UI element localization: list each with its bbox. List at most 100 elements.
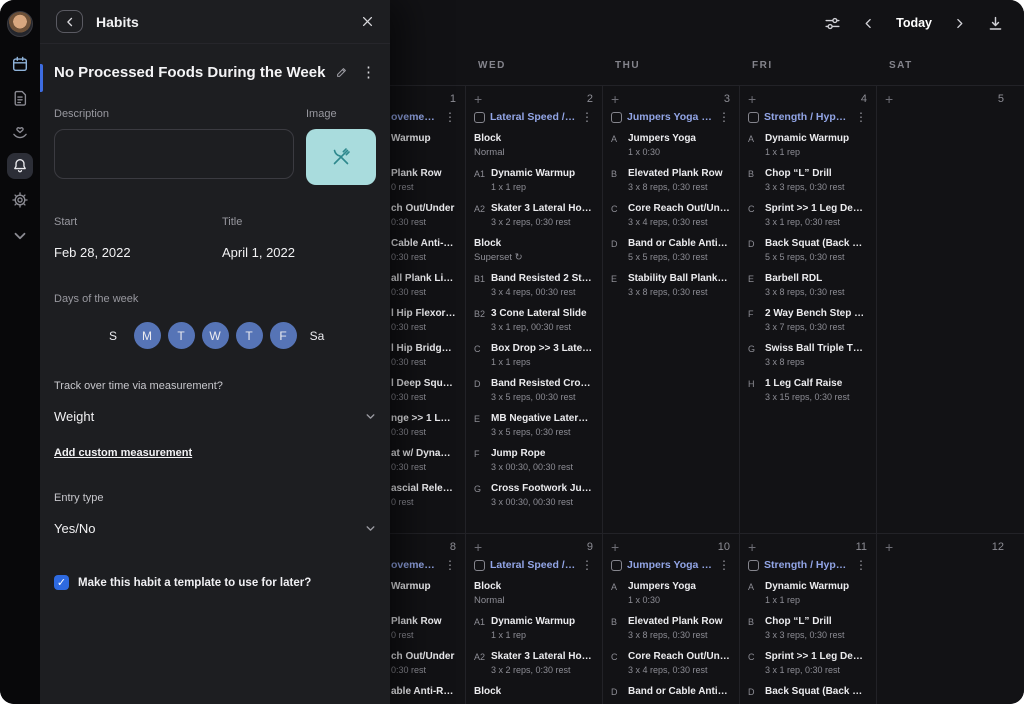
exercise-row[interactable]: nge >> 1 Leg St...0:30 rest [391, 413, 456, 448]
exercise-row[interactable]: l Hip Bridge w/ ...0:30 rest [391, 343, 456, 378]
workout-menu-icon[interactable]: ⋮ [581, 111, 593, 123]
workout-card[interactable]: Lateral Speed / Plyo⋮BlockNormalA1Dynami… [474, 559, 593, 704]
workout-menu-icon[interactable]: ⋮ [855, 559, 867, 571]
add-event-icon[interactable]: + [748, 93, 756, 105]
exercise-row[interactable]: EBarbell RDL3 x 8 reps, 0:30 rest [748, 273, 867, 308]
exercise-row[interactable]: CSprint >> 1 Leg Declarations3 x 1 rep, … [748, 203, 867, 238]
exercise-row[interactable]: BChop “L” Drill3 x 3 reps, 0:30 rest [748, 168, 867, 203]
gear-icon[interactable] [7, 187, 33, 213]
exercise-row[interactable]: ch Out/Under0:30 rest [391, 203, 456, 238]
exercise-row[interactable]: ascial Release C...0 rest [391, 483, 456, 518]
add-event-icon[interactable]: + [611, 541, 619, 553]
exercise-row[interactable]: ch Out/Under0:30 rest [391, 651, 456, 686]
exercise-row[interactable]: A1Dynamic Warmup1 x 1 rep [474, 168, 593, 203]
add-event-icon[interactable]: + [885, 541, 893, 553]
habit-menu-icon[interactable]: ⋮ [361, 65, 376, 80]
day-wednesday[interactable]: W [202, 322, 229, 349]
add-event-icon[interactable]: + [748, 541, 756, 553]
exercise-row[interactable]: CSprint >> 1 Leg Declarations3 x 1 rep, … [748, 651, 867, 686]
workout-menu-icon[interactable]: ⋮ [718, 559, 730, 571]
exercise-row[interactable]: ADynamic Warmup1 x 1 rep [748, 581, 867, 616]
exercise-row[interactable]: A1Dynamic Warmup1 x 1 rep [474, 616, 593, 651]
exercise-row[interactable]: Plank Row0 rest [391, 616, 456, 651]
exercise-row[interactable]: A2Skater 3 Lateral Hops >> ...3 x 2 reps… [474, 203, 593, 238]
day-tuesday[interactable]: T [168, 322, 195, 349]
exercise-row[interactable]: able Anti-Rotati... [391, 686, 456, 704]
title-date-value[interactable]: April 1, 2022 [222, 245, 295, 260]
add-event-icon[interactable]: + [885, 93, 893, 105]
heart-hands-icon[interactable] [7, 119, 33, 145]
workout-checkbox[interactable] [748, 112, 759, 123]
exercise-row[interactable]: Plank Row0 rest [391, 168, 456, 203]
day-friday[interactable]: F [270, 322, 297, 349]
prev-week-button[interactable] [862, 17, 875, 30]
exercise-row[interactable]: B1Band Resisted 2 Step Late...3 x 4 reps… [474, 273, 593, 308]
document-icon[interactable] [7, 85, 33, 111]
exercise-row[interactable]: Warmup [391, 133, 456, 168]
exercise-row[interactable]: BElevated Plank Row3 x 8 reps, 0:30 rest [611, 616, 730, 651]
day-sunday[interactable]: S [100, 322, 127, 349]
day-saturday[interactable]: Sa [304, 322, 331, 349]
exercise-row[interactable]: H1 Leg Calf Raise3 x 15 reps, 0:30 rest [748, 378, 867, 413]
exercise-row[interactable]: FJump Rope3 x 00:30, 00:30 rest [474, 448, 593, 483]
exercise-row[interactable]: GSwiss Ball Triple Threat3 x 8 reps [748, 343, 867, 378]
exercise-row[interactable]: EMB Negative Lateral Hop...3 x 5 reps, 0… [474, 413, 593, 448]
exercise-row[interactable]: B23 Cone Lateral Slide3 x 1 rep, 00:30 r… [474, 308, 593, 343]
exercise-row[interactable]: BElevated Plank Row3 x 8 reps, 0:30 rest [611, 168, 730, 203]
exercise-row[interactable]: CCore Reach Out/Under3 x 4 reps, 0:30 re… [611, 651, 730, 686]
back-button[interactable] [56, 10, 83, 33]
exercise-row[interactable]: AJumpers Yoga1 x 0:30 [611, 133, 730, 168]
workout-menu-icon[interactable]: ⋮ [581, 559, 593, 571]
today-button[interactable]: Today [896, 16, 932, 30]
workout-card[interactable]: Jumpers Yoga / Core⋮AJumpers Yoga1 x 0:3… [611, 559, 730, 704]
exercise-row[interactable]: GCross Footwork Jump Rope3 x 00:30, 00:3… [474, 483, 593, 518]
workout-menu-icon[interactable]: ⋮ [444, 559, 456, 571]
next-week-button[interactable] [953, 17, 966, 30]
exercise-row[interactable]: CBox Drop >> 3 Lateral H...1 x 1 reps [474, 343, 593, 378]
exercise-row[interactable]: BChop “L” Drill3 x 3 reps, 0:30 rest [748, 616, 867, 651]
workout-menu-icon[interactable]: ⋮ [718, 111, 730, 123]
workout-checkbox[interactable] [748, 560, 759, 571]
exercise-row[interactable]: A2Skater 3 Lateral Hops >> ...3 x 2 reps… [474, 651, 593, 686]
exercise-row[interactable]: AJumpers Yoga1 x 0:30 [611, 581, 730, 616]
add-event-icon[interactable]: + [474, 93, 482, 105]
workout-card[interactable]: Strength / Hypertro...⋮ADynamic Warmup1 … [748, 111, 867, 413]
exercise-row[interactable]: DBack Squat (Back Off Set)5 x 5 reps, 0:… [748, 238, 867, 273]
exercise-row[interactable]: DBack Squat (Back Off Set) [748, 686, 867, 704]
day-thursday[interactable]: T [236, 322, 263, 349]
exercise-row[interactable]: Warmup [391, 581, 456, 616]
download-icon[interactable] [987, 15, 1004, 32]
exercise-row[interactable]: CCore Reach Out/Under3 x 4 reps, 0:30 re… [611, 203, 730, 238]
measurement-select[interactable]: Weight [54, 409, 376, 424]
exercise-row[interactable]: ADynamic Warmup1 x 1 rep [748, 133, 867, 168]
exercise-row[interactable]: Cable Anti-Rotati...0:30 rest [391, 238, 456, 273]
exercise-row[interactable]: l Deep Squat Mo...0:30 rest [391, 378, 456, 413]
start-date-value[interactable]: Feb 28, 2022 [54, 245, 222, 260]
exercise-row[interactable]: F2 Way Bench Step Up3 x 7 reps, 0:30 res… [748, 308, 867, 343]
workout-card[interactable]: Jumpers Yoga / Core⋮AJumpers Yoga1 x 0:3… [611, 111, 730, 308]
exercise-row[interactable]: DBand or Cable Anti Rotati...5 x 5 reps,… [611, 238, 730, 273]
add-event-icon[interactable]: + [611, 93, 619, 105]
add-custom-measurement-link[interactable]: Add custom measurement [54, 447, 192, 459]
workout-card[interactable]: ovement Q...⋮WarmupPlank Row0 restch Out… [391, 559, 456, 704]
calendar-icon[interactable] [7, 51, 33, 77]
habit-image-tile[interactable] [306, 129, 376, 185]
add-event-icon[interactable]: + [474, 541, 482, 553]
workout-card[interactable]: Strength / Hypertro...⋮ADynamic Warmup1 … [748, 559, 867, 704]
workout-checkbox[interactable] [474, 560, 485, 571]
workout-checkbox[interactable] [611, 112, 622, 123]
workout-checkbox[interactable] [611, 560, 622, 571]
filter-sliders-icon[interactable] [824, 15, 841, 32]
workout-checkbox[interactable] [474, 112, 485, 123]
entry-type-select[interactable]: Yes/No [54, 521, 376, 536]
exercise-row[interactable]: all Plank Linear ...0:30 rest [391, 273, 456, 308]
close-icon[interactable] [361, 15, 374, 28]
workout-menu-icon[interactable]: ⋮ [444, 111, 456, 123]
workout-menu-icon[interactable]: ⋮ [855, 111, 867, 123]
exercise-row[interactable]: DBand Resisted Crossover...3 x 5 reps, 0… [474, 378, 593, 413]
workout-card[interactable]: ovement Q...⋮WarmupPlank Row0 restch Out… [391, 111, 456, 518]
exercise-row[interactable]: at w/ Dynamic P...0:30 rest [391, 448, 456, 483]
workout-card[interactable]: Lateral Speed / Plyo⋮BlockNormalA1Dynami… [474, 111, 593, 518]
edit-pencil-icon[interactable] [335, 66, 348, 79]
chevron-down-icon[interactable] [7, 223, 33, 249]
